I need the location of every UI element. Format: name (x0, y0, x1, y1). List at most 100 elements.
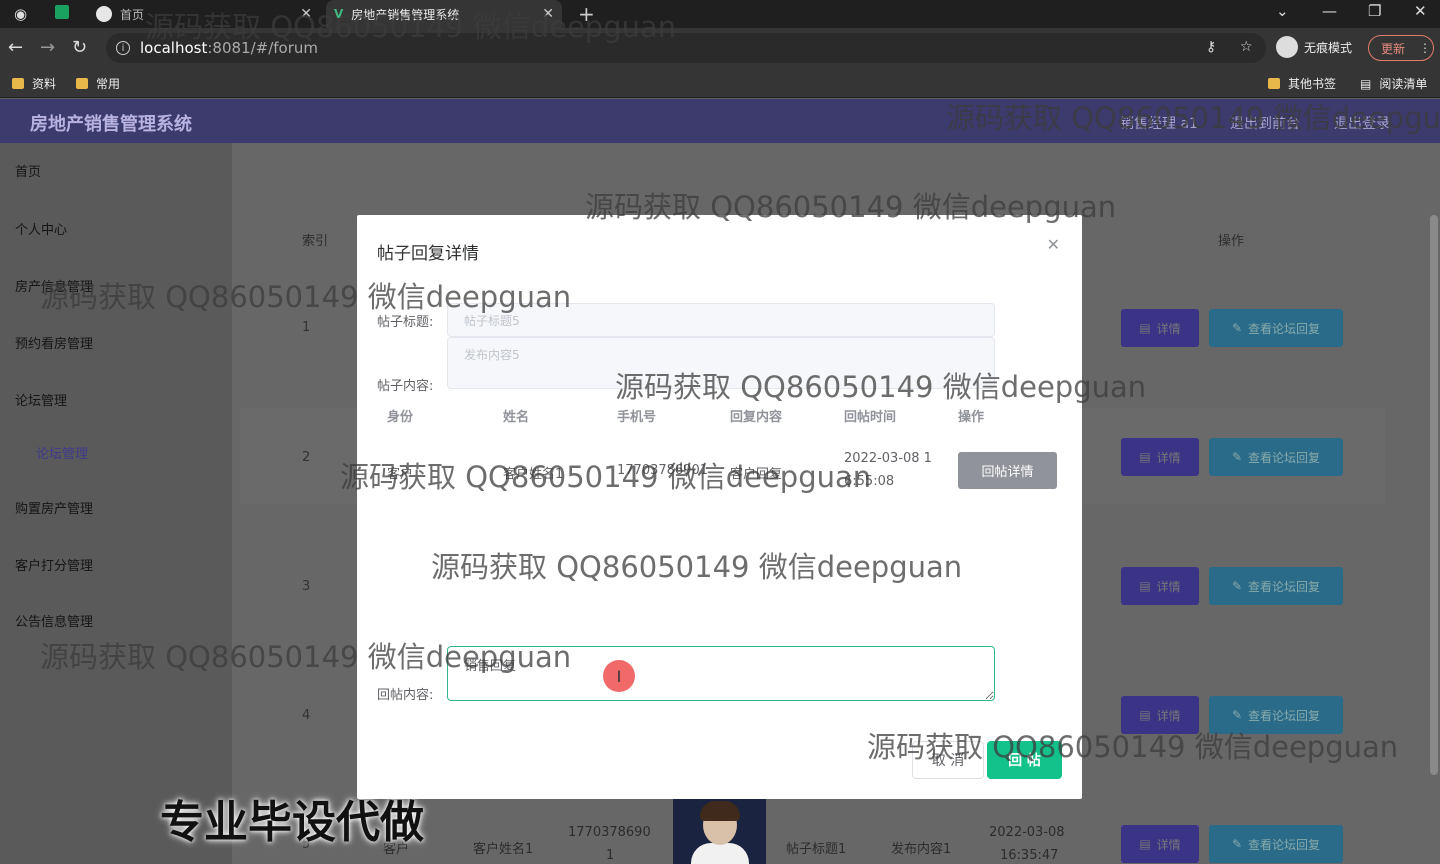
reply-col-time: 回帖时间 (844, 410, 897, 425)
cell-date: 2022-03-08 (989, 825, 1065, 840)
star-icon[interactable]: ☆ (1240, 39, 1253, 55)
promo-banner: 专业毕设代做 (160, 797, 424, 848)
bookmark-label: 其他书签 (1288, 77, 1337, 91)
detail-label: 详情 (1156, 450, 1181, 465)
sidebar-item-forum[interactable]: 论坛管理 (15, 390, 67, 409)
forum-reply-label: 查看论坛回复 (1248, 837, 1321, 852)
sidebar-subitem-forum[interactable]: 论坛管理 (36, 443, 88, 462)
folder-icon (1268, 78, 1280, 89)
text-cursor-icon: I (603, 660, 635, 692)
reading-list-icon: ▤ (1360, 76, 1372, 91)
minimize-icon[interactable]: — (1322, 2, 1337, 20)
reload-icon[interactable]: ↻ (72, 37, 87, 58)
cell-phone-tail: 1 (606, 848, 615, 863)
sidebar-item-notice[interactable]: 公告信息管理 (15, 611, 93, 630)
edit-icon: ✎ (1231, 321, 1243, 335)
sidebar-item-rating[interactable]: 客户打分管理 (15, 555, 93, 574)
cell-content: 发布内容1 (891, 842, 952, 857)
forum-reply-label: 查看论坛回复 (1248, 321, 1321, 336)
document-icon: ▤ (1139, 450, 1151, 464)
chevron-down-icon[interactable]: ⌄ (1276, 2, 1289, 20)
reply-col-action: 操作 (958, 410, 985, 425)
detail-button[interactable]: ▤ 详情 (1121, 825, 1199, 863)
watermark-text: 源码获取 QQ86050149 微信deepguan (431, 550, 963, 584)
update-button[interactable]: 更新 ⋮ (1368, 35, 1434, 61)
browser-menu-icon[interactable]: ◉ (14, 5, 27, 23)
row-index: 3 (302, 579, 311, 594)
post-content-label: 帖子内容: (377, 379, 434, 394)
bookmarks-bar: 资料 常用 其他书签 ▤ 阅读清单 (0, 68, 1440, 98)
post-content-value: 发布内容5 (464, 348, 520, 362)
watermark-text: 源码获取 QQ86050149 微信deepguan (615, 370, 1147, 404)
reply-content-label: 回帖内容: (377, 688, 434, 703)
update-label: 更新 (1381, 41, 1406, 56)
reply-detail-button[interactable]: 回帖详情 (958, 452, 1057, 489)
reading-list[interactable]: ▤ 阅读清单 (1360, 75, 1427, 92)
edit-icon: ✎ (1231, 450, 1243, 464)
detail-label: 详情 (1156, 708, 1181, 723)
bookmark-label: 阅读清单 (1379, 77, 1428, 91)
view-forum-reply-button[interactable]: ✎ 查看论坛回复 (1209, 309, 1343, 347)
more-icon[interactable]: ⋮ (1419, 41, 1431, 55)
cell-phone: 1770378690 (568, 825, 651, 840)
forum-reply-label: 查看论坛回复 (1248, 708, 1321, 723)
incognito-icon (1276, 36, 1298, 58)
forum-reply-label: 查看论坛回复 (1248, 450, 1321, 465)
watermark-text: 源码获取 QQ86050149 微信deepguan (145, 10, 677, 44)
tab-label: 首页 (120, 7, 145, 22)
cell-time: 16:35:47 (1000, 848, 1059, 863)
bookmark-other[interactable]: 其他书签 (1268, 75, 1336, 92)
sidebar-item-profile[interactable]: 个人中心 (15, 219, 67, 238)
folder-icon (76, 78, 88, 89)
back-icon[interactable]: ← (8, 37, 23, 58)
app-title: 房地产销售管理系统 (30, 114, 192, 135)
page-scrollbar[interactable] (1430, 215, 1438, 775)
document-icon: ▤ (1139, 321, 1151, 335)
sidebar-item-purchase[interactable]: 购置房产管理 (15, 498, 93, 517)
incognito-badge[interactable]: 无痕模式 (1276, 36, 1352, 58)
dialog-title: 帖子回复详情 (377, 244, 479, 264)
document-icon: ▤ (1139, 708, 1151, 722)
detail-label: 详情 (1156, 579, 1181, 594)
watermark-text: 源码获取 QQ86050149 微信deepguan (40, 640, 572, 674)
close-window-icon[interactable]: ✕ (1414, 2, 1427, 20)
reply-col-content: 回复内容 (730, 410, 783, 425)
sidebar-item-home[interactable]: 首页 (15, 161, 41, 180)
cell-title: 帖子标题1 (786, 842, 847, 857)
incognito-label: 无痕模式 (1304, 40, 1353, 55)
bookmark-item[interactable]: 资料 (12, 75, 56, 92)
restore-icon[interactable]: ❐ (1368, 2, 1381, 20)
post-title-value: 帖子标题5 (464, 314, 520, 328)
edit-icon: ✎ (1231, 579, 1243, 593)
detail-button[interactable]: ▤ 详情 (1121, 309, 1199, 347)
watermark-text: 源码获取 QQ86050149 微信deepguan (40, 280, 572, 314)
folder-icon (12, 78, 24, 89)
column-header-actions: 操作 (1218, 234, 1245, 249)
key-icon[interactable]: ⚷ (1206, 39, 1216, 55)
property-image (673, 799, 766, 864)
sidebar: 首页 个人中心 房产信息管理 预约看房管理 论坛管理 论坛管理 购置房产管理 客… (0, 143, 232, 864)
detail-label: 详情 (1156, 321, 1181, 336)
view-forum-reply-button[interactable]: ✎ 查看论坛回复 (1209, 567, 1343, 605)
info-icon[interactable]: i (116, 41, 130, 55)
watermark-text: 源码获取 QQ86050149 微信deepguan (946, 101, 1440, 135)
sidebar-item-viewing[interactable]: 预约看房管理 (15, 333, 93, 352)
forum-reply-label: 查看论坛回复 (1248, 579, 1321, 594)
bookmark-label: 资料 (32, 77, 57, 91)
close-icon[interactable]: ✕ (1047, 235, 1060, 254)
globe-icon (96, 6, 112, 22)
detail-button[interactable]: ▤ 详情 (1121, 438, 1199, 476)
app-icon[interactable] (55, 5, 69, 19)
forward-icon[interactable]: → (40, 37, 55, 58)
column-header-index: 索引 (302, 234, 329, 249)
document-icon: ▤ (1139, 837, 1151, 851)
row-index: 4 (302, 708, 311, 723)
detail-button[interactable]: ▤ 详情 (1121, 567, 1199, 605)
cell-name: 客户姓名1 (473, 842, 534, 857)
view-forum-reply-button[interactable]: ✎ 查看论坛回复 (1209, 438, 1343, 476)
row-index: 1 (302, 320, 311, 335)
watermark-text: 源码获取 QQ86050149 微信deepguan (340, 460, 872, 494)
view-forum-reply-button[interactable]: ✎ 查看论坛回复 (1209, 825, 1343, 863)
edit-icon: ✎ (1231, 708, 1243, 722)
bookmark-item[interactable]: 常用 (76, 75, 120, 92)
